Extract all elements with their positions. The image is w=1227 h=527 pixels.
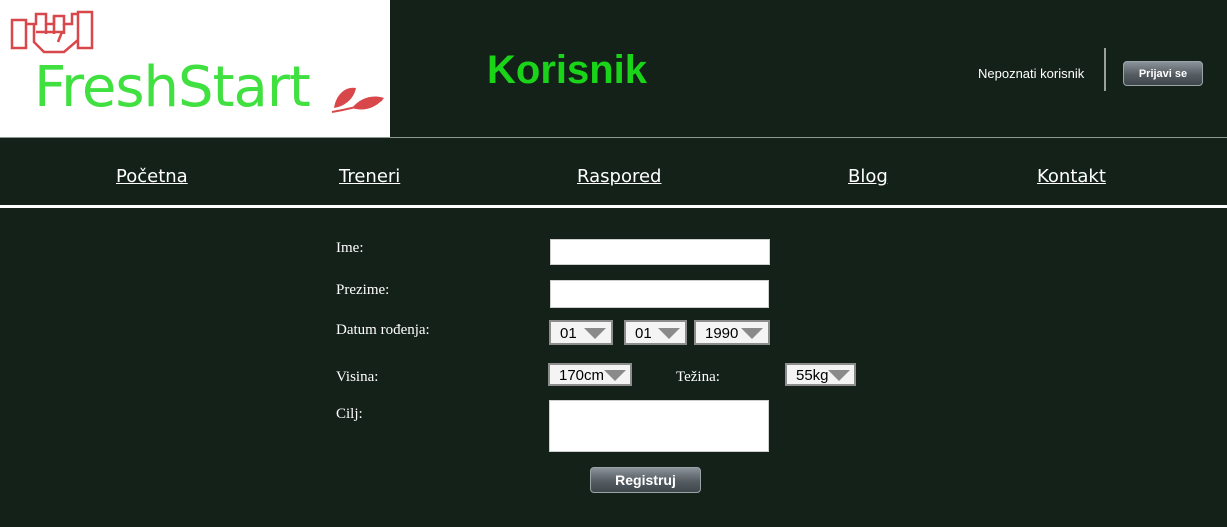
goal-textarea[interactable] [549,400,769,452]
nav-item-treneri[interactable]: Treneri [339,166,400,187]
chevron-down-icon [828,370,850,381]
last-name-input[interactable] [550,280,769,308]
weight-label: Težina: [676,369,720,385]
header-divider [1104,48,1106,91]
last-name-label: Prezime: [336,282,390,298]
nav-item-kontakt[interactable]: Kontakt [1037,166,1106,187]
main-nav: Početna Treneri Raspored Blog Kontakt [0,138,1227,206]
chevron-down-icon [584,328,606,339]
weight-value: 55kg [796,367,829,384]
login-button[interactable]: Prijavi se [1123,61,1203,86]
birth-month-select[interactable]: 01 [624,320,687,345]
user-status-label: Nepoznati korisnik [978,66,1085,81]
nav-separator [0,205,1227,208]
birth-year-select[interactable]: 1990 [694,320,770,345]
logo[interactable]: FreshStart [0,0,390,138]
birth-year-value: 1990 [705,325,739,342]
birth-day-value: 01 [560,325,577,342]
register-button[interactable]: Registruj [590,467,701,493]
nav-item-raspored[interactable]: Raspored [577,166,661,187]
height-label: Visina: [336,369,379,385]
leaf-icon [332,87,384,113]
fist-icon [10,10,94,54]
birth-day-select[interactable]: 01 [549,320,613,345]
chevron-down-icon [658,328,680,339]
goal-label: Cilj: [336,406,363,422]
header: FreshStart Korisnik Nepoznati korisnik P… [0,0,1227,138]
page-title: Korisnik [487,48,648,92]
nav-item-blog[interactable]: Blog [848,166,888,187]
chevron-down-icon [604,370,626,381]
chevron-down-icon [741,328,763,339]
height-value: 170cm [559,367,605,384]
first-name-input[interactable] [550,239,770,265]
weight-select[interactable]: 55kg [785,363,856,386]
first-name-label: Ime: [336,240,364,256]
logo-text: FreshStart [34,55,311,120]
birthdate-label: Datum rođenja: [336,322,430,338]
birth-month-value: 01 [635,325,652,342]
nav-item-pocetna[interactable]: Početna [116,166,188,187]
height-select[interactable]: 170cm [548,363,632,386]
